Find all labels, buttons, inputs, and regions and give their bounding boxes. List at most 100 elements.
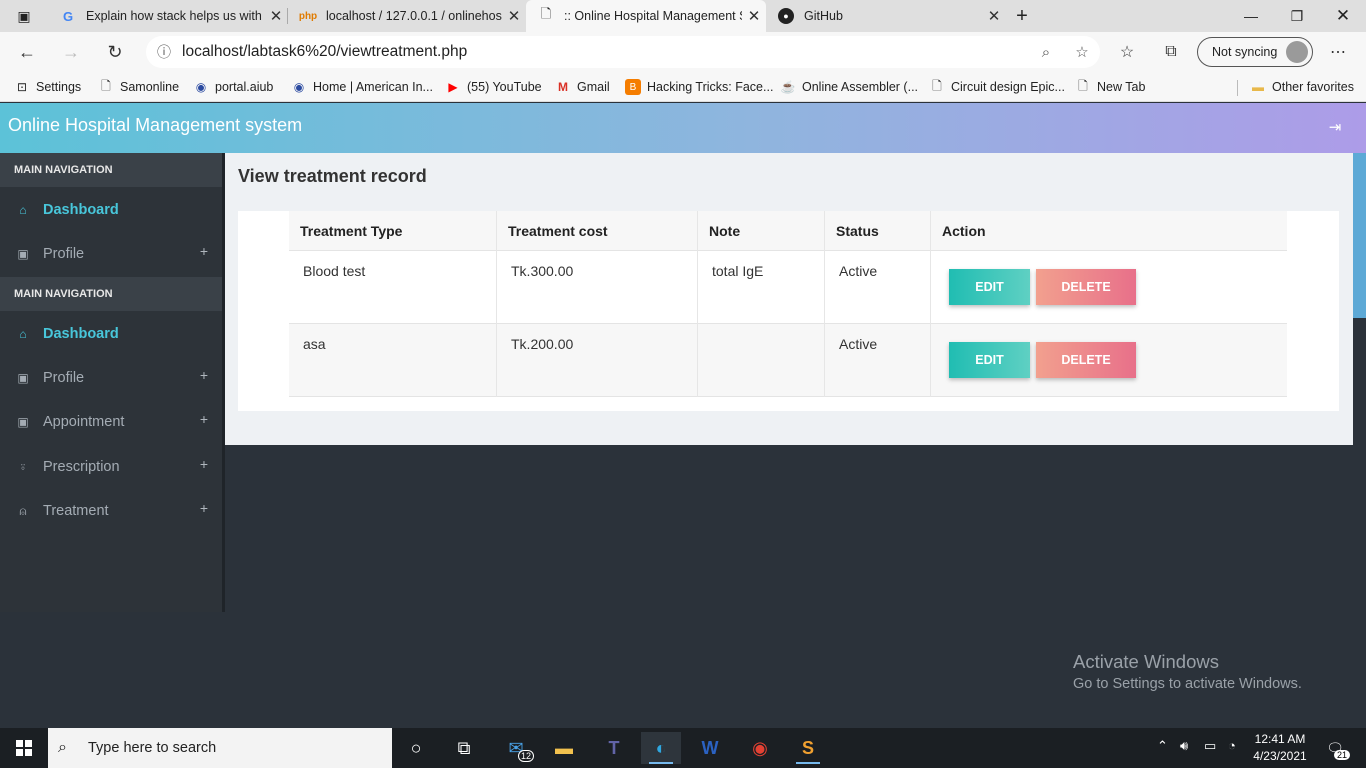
- home-icon: ⌂: [19, 203, 27, 217]
- sidebar-item-treatment[interactable]: ⍝ Treatment +: [0, 494, 222, 528]
- notification-center-icon[interactable]: 🗨︎ 21: [1320, 734, 1350, 762]
- tab-hospital-management[interactable]: 🗋 :: Online Hospital Management S ✕: [526, 0, 766, 32]
- column-header: Action: [930, 211, 1287, 251]
- expand-icon[interactable]: +: [200, 367, 208, 383]
- close-tab-icon[interactable]: ✕: [982, 7, 1006, 25]
- tab-phpmyadmin[interactable]: php localhost / 127.0.0.1 / onlinehosp ✕: [288, 0, 526, 32]
- tab-stack-question[interactable]: G Explain how stack helps us with p ✕: [48, 0, 288, 32]
- sidebar-item-dashboard[interactable]: ⌂ Dashboard: [0, 193, 222, 227]
- show-hidden-icons-icon[interactable]: ⌃: [1157, 738, 1168, 754]
- column-header: Status: [824, 211, 930, 251]
- minimize-icon[interactable]: —: [1228, 0, 1274, 32]
- sidebar-item-appointment[interactable]: ▣ Appointment +: [0, 405, 222, 439]
- new-tab-icon[interactable]: +: [1006, 0, 1038, 32]
- active-app-indicator: [649, 762, 673, 764]
- tab-actions-icon[interactable]: ▣: [0, 0, 48, 32]
- scrollbar[interactable]: [1353, 153, 1366, 318]
- address-bar[interactable]: ⓘ localhost/labtask6%20/viewtreatment.ph…: [146, 36, 1100, 68]
- sidebar-item-profile[interactable]: ▣ Profile +: [0, 361, 222, 395]
- sidebar-item-prescription[interactable]: ⍤ Prescription +: [0, 450, 222, 484]
- close-tab-icon[interactable]: ✕: [502, 7, 526, 25]
- cortana-icon[interactable]: ○: [396, 732, 436, 764]
- sidebar-item-dashboard[interactable]: ⌂ Dashboard: [0, 317, 222, 351]
- start-button[interactable]: [0, 728, 48, 768]
- tab-github[interactable]: ● GitHub ✕: [766, 0, 1006, 32]
- cell-treatment-type: asa: [303, 336, 326, 352]
- sidebar-item-label: Dashboard: [43, 326, 119, 342]
- file-explorer-icon[interactable]: ▬: [544, 732, 584, 764]
- bookmark-samonline[interactable]: 🗋 Samonline: [98, 77, 179, 97]
- delete-button[interactable]: DELETE: [1036, 269, 1136, 305]
- task-view-icon[interactable]: ⧉: [444, 732, 484, 764]
- more-icon[interactable]: ⋯: [1325, 40, 1351, 64]
- sidebar-item-label: Profile: [43, 370, 85, 386]
- bookmark-online-assembler[interactable]: ☕ Online Assembler (...: [780, 77, 919, 97]
- folder-icon: ▬: [1252, 80, 1264, 94]
- notification-count: 21: [1333, 750, 1350, 760]
- logout-icon[interactable]: ⇥: [1326, 118, 1344, 136]
- google-icon: G: [62, 8, 74, 24]
- calendar-check-icon: ▣: [17, 415, 29, 429]
- delete-button[interactable]: DELETE: [1036, 342, 1136, 378]
- sidebar: MAIN NAVIGATION ⌂ Dashboard ▣ Profile + …: [0, 153, 222, 612]
- bookmark-portal-aiub[interactable]: ◉ portal.aiub: [193, 77, 274, 97]
- favorites-icon[interactable]: ☆: [1114, 40, 1140, 64]
- site-info-icon[interactable]: ⓘ: [146, 42, 182, 62]
- chrome-icon[interactable]: ◉: [740, 732, 780, 764]
- bookmark-american-intl[interactable]: ◉ Home | American In...: [291, 77, 433, 97]
- bookmark-hacking-tricks[interactable]: B Hacking Tricks: Face...: [625, 77, 773, 97]
- zoom-icon[interactable]: ⌕: [1028, 44, 1064, 61]
- word-icon[interactable]: W: [690, 732, 730, 764]
- edit-button[interactable]: EDIT: [949, 269, 1030, 305]
- edge-icon[interactable]: ◐: [641, 732, 681, 764]
- cell-treatment-type: Blood test: [303, 263, 366, 279]
- app-title: Online Hospital Management system: [8, 115, 303, 135]
- running-app-indicator: [796, 762, 820, 764]
- clock-time: 12:41 AM: [1254, 732, 1306, 746]
- watermark-subtitle: Go to Settings to activate Windows.: [1073, 676, 1302, 692]
- battery-icon[interactable]: ▭: [1204, 738, 1216, 754]
- bookmark-other-favorites[interactable]: ▬ Other favorites: [1250, 77, 1354, 97]
- bookmark-label: Gmail: [577, 80, 610, 94]
- bookmark-new-tab[interactable]: 🗋 New Tab: [1075, 77, 1145, 97]
- app-header: Online Hospital Management system ⇥: [0, 103, 1366, 153]
- refresh-icon[interactable]: ↻: [100, 38, 130, 66]
- network-icon[interactable]: ◔: [1228, 738, 1236, 753]
- mail-icon[interactable]: ✉ 12: [496, 732, 536, 764]
- collections-icon[interactable]: ⧉: [1158, 40, 1184, 64]
- profile-sync-button[interactable]: Not syncing: [1197, 37, 1313, 67]
- bookmark-settings[interactable]: ⊡ Settings: [14, 77, 81, 97]
- bookmark-gmail[interactable]: M Gmail: [555, 77, 610, 97]
- sidebar-item-profile[interactable]: ▣ Profile +: [0, 237, 222, 271]
- add-favorite-icon[interactable]: ☆: [1064, 43, 1100, 61]
- clock-date: 4/23/2021: [1253, 749, 1307, 763]
- column-header: Treatment cost: [496, 211, 697, 251]
- expand-icon[interactable]: +: [200, 243, 208, 259]
- bookmark-label: Samonline: [120, 80, 180, 94]
- bookmark-youtube[interactable]: ▶ (55) YouTube: [445, 77, 541, 97]
- nav-heading: MAIN NAVIGATION: [0, 153, 222, 187]
- cell-action: EDIT DELETE: [930, 251, 1287, 324]
- gmail-icon: M: [558, 80, 568, 94]
- close-tab-icon[interactable]: ✕: [264, 7, 288, 25]
- teams-icon[interactable]: T: [594, 732, 634, 764]
- taskbar-clock[interactable]: 12:41 AM 4/23/2021: [1252, 731, 1308, 765]
- bookmark-circuit-design[interactable]: 🗋 Circuit design Epic...: [929, 77, 1065, 97]
- bookmarks-bar: ⊡ Settings 🗋 Samonline ◉ portal.aiub ◉ Home …: [0, 72, 1366, 102]
- expand-icon[interactable]: +: [200, 411, 208, 427]
- edit-button[interactable]: EDIT: [949, 342, 1030, 378]
- forward-icon[interactable]: →: [56, 38, 86, 66]
- sublime-text-icon[interactable]: S: [788, 732, 828, 764]
- back-icon[interactable]: ←: [12, 38, 42, 66]
- close-window-icon[interactable]: ✕: [1320, 0, 1366, 32]
- restore-icon[interactable]: ❐: [1274, 0, 1320, 32]
- url-text[interactable]: localhost/labtask6%20/viewtreatment.php: [182, 43, 1028, 61]
- taskbar-search-input[interactable]: ⌕ Type here to search: [48, 728, 392, 768]
- expand-icon[interactable]: +: [200, 456, 208, 472]
- youtube-icon: ▶: [448, 80, 458, 94]
- expand-icon[interactable]: +: [200, 500, 208, 516]
- phpmyadmin-icon: php: [298, 10, 318, 22]
- volume-icon[interactable]: 🔊︎: [1180, 738, 1188, 754]
- close-tab-icon[interactable]: ✕: [742, 7, 766, 25]
- aiub-icon: ◉: [195, 80, 207, 94]
